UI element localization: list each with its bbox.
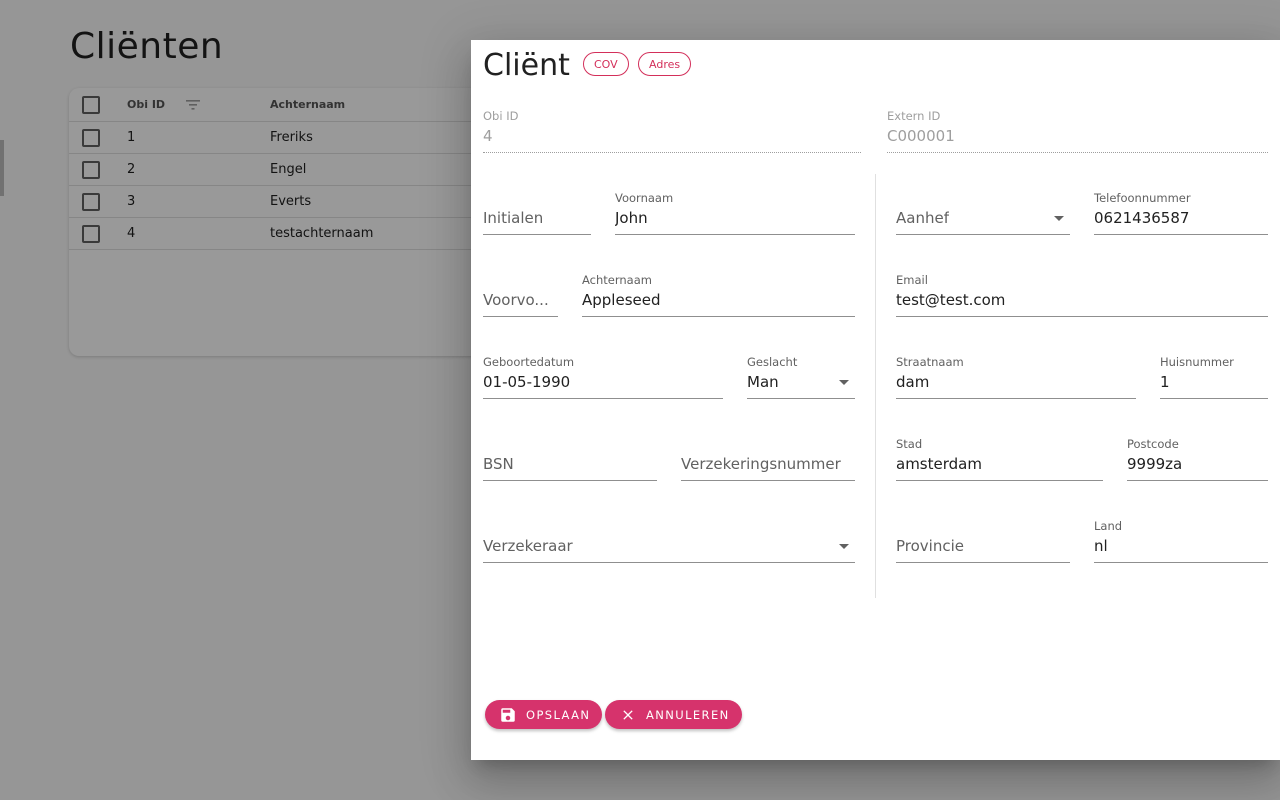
verzekeraar-select[interactable]: Verzekeraar	[483, 519, 855, 563]
geslacht-value: Man	[747, 373, 779, 391]
email-label: Email	[896, 273, 928, 287]
verzekeringsnummer-input[interactable]: Verzekeringsnummer	[681, 437, 855, 481]
land-value: nl	[1094, 537, 1108, 555]
obi-id-field: Obi ID 4	[483, 109, 861, 153]
achternaam-input[interactable]: Achternaam Appleseed	[582, 273, 855, 317]
telefoonnummer-label: Telefoonnummer	[1094, 191, 1191, 205]
field-underline	[896, 480, 1103, 481]
huisnummer-value: 1	[1160, 373, 1170, 391]
field-underline	[896, 316, 1268, 317]
dropdown-arrow-icon	[839, 380, 849, 385]
field-underline	[483, 152, 861, 153]
voorvoegsel-input[interactable]: Voorvo...	[483, 273, 558, 317]
straatnaam-input[interactable]: Straatnaam dam	[896, 355, 1136, 399]
save-icon	[499, 706, 517, 724]
dialog-title: Cliënt	[483, 48, 570, 83]
close-icon	[619, 706, 637, 724]
achternaam-label: Achternaam	[582, 273, 652, 287]
email-value: test@test.com	[896, 291, 1006, 309]
dropdown-arrow-icon	[839, 544, 849, 549]
field-underline	[615, 234, 855, 235]
land-label: Land	[1094, 519, 1123, 533]
bsn-placeholder: BSN	[483, 455, 514, 473]
telefoonnummer-input[interactable]: Telefoonnummer 0621436587	[1094, 191, 1268, 235]
geboortedatum-label: Geboortedatum	[483, 355, 575, 369]
cancel-button[interactable]: ANNULEREN	[605, 700, 742, 729]
stad-label: Stad	[896, 437, 923, 451]
save-button-label: OPSLAAN	[526, 707, 591, 722]
stad-value: amsterdam	[896, 455, 982, 473]
straatnaam-label: Straatnaam	[896, 355, 964, 369]
provincie-placeholder: Provincie	[896, 537, 964, 555]
obi-id-value: 4	[483, 127, 493, 145]
field-underline	[582, 316, 855, 317]
verzekeringsnummer-placeholder: Verzekeringsnummer	[681, 455, 841, 473]
aanhef-select[interactable]: Aanhef	[896, 191, 1070, 235]
straatnaam-value: dam	[896, 373, 930, 391]
telefoonnummer-value: 0621436587	[1094, 209, 1190, 227]
postcode-label: Postcode	[1127, 437, 1179, 451]
field-underline	[483, 234, 591, 235]
field-underline	[483, 480, 657, 481]
voornaam-label: Voornaam	[615, 191, 674, 205]
chip-cov[interactable]: COV	[583, 52, 629, 76]
field-underline	[896, 398, 1136, 399]
stad-input[interactable]: Stad amsterdam	[896, 437, 1103, 481]
postcode-input[interactable]: Postcode 9999za	[1127, 437, 1268, 481]
field-underline	[1160, 398, 1268, 399]
voorvoegsel-placeholder: Voorvo...	[483, 291, 549, 309]
bsn-input[interactable]: BSN	[483, 437, 657, 481]
voornaam-value: John	[615, 209, 648, 227]
achternaam-value: Appleseed	[582, 291, 661, 309]
voornaam-input[interactable]: Voornaam John	[615, 191, 855, 235]
field-underline	[896, 562, 1070, 563]
aanhef-placeholder: Aanhef	[896, 209, 949, 227]
email-input[interactable]: Email test@test.com	[896, 273, 1268, 317]
huisnummer-input[interactable]: Huisnummer 1	[1160, 355, 1268, 399]
obi-id-label: Obi ID	[483, 109, 519, 123]
huisnummer-label: Huisnummer	[1160, 355, 1234, 369]
field-underline	[896, 234, 1070, 235]
save-button[interactable]: OPSLAAN	[485, 700, 603, 729]
field-underline	[483, 562, 855, 563]
field-underline	[1094, 234, 1268, 235]
field-underline	[747, 398, 855, 399]
initialen-placeholder: Initialen	[483, 209, 544, 227]
field-underline	[1094, 562, 1268, 563]
field-underline	[887, 152, 1268, 153]
geboortedatum-value: 01-05-1990	[483, 373, 571, 391]
field-underline	[1127, 480, 1268, 481]
chip-adres[interactable]: Adres	[638, 52, 692, 76]
extern-id-field: Extern ID C000001	[887, 109, 1268, 153]
field-underline	[483, 316, 558, 317]
initialen-input[interactable]: Initialen	[483, 191, 591, 235]
land-input[interactable]: Land nl	[1094, 519, 1268, 563]
extern-id-label: Extern ID	[887, 109, 941, 123]
extern-id-value: C000001	[887, 127, 955, 145]
verzekeraar-placeholder: Verzekeraar	[483, 537, 573, 555]
column-divider	[875, 174, 876, 598]
cancel-button-label: ANNULEREN	[646, 707, 730, 722]
geboortedatum-input[interactable]: Geboortedatum 01-05-1990	[483, 355, 723, 399]
client-dialog: Cliënt COV Adres Obi ID 4 Extern ID C000…	[471, 40, 1280, 760]
field-underline	[483, 398, 723, 399]
dropdown-arrow-icon	[1054, 216, 1064, 221]
provincie-input[interactable]: Provincie	[896, 519, 1070, 563]
postcode-value: 9999za	[1127, 455, 1183, 473]
geslacht-select[interactable]: Geslacht Man	[747, 355, 855, 399]
geslacht-label: Geslacht	[747, 355, 798, 369]
field-underline	[681, 480, 855, 481]
